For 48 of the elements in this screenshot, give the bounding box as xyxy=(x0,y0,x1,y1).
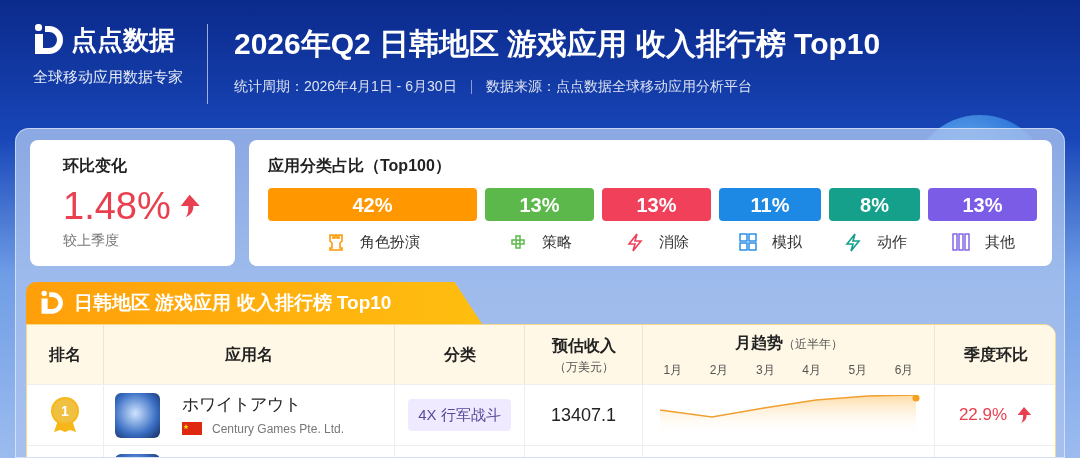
category-label: 动作 xyxy=(876,232,907,252)
month-label: 6月 xyxy=(894,361,914,379)
column-header: 季度环比 xyxy=(964,344,1028,365)
brand-name: 点点数据 xyxy=(71,27,175,53)
grid-icon xyxy=(738,232,758,253)
column-header: 分类 xyxy=(443,344,476,365)
period-text: 统计周期：2026年4月1日 - 6月30日 xyxy=(234,77,457,96)
share-bar: 13% xyxy=(602,188,711,221)
tagline: 全球移动应用数据专家 xyxy=(33,67,183,87)
change-value: 1.48% xyxy=(63,184,171,229)
rank-number: 1 xyxy=(61,404,69,418)
source-text: 数据来源：点点数据全球移动应用分析平台 xyxy=(485,77,752,96)
share-bar: 8% xyxy=(829,188,920,221)
share-bar: 11% xyxy=(719,188,821,221)
card-caption: 较上季度 xyxy=(63,231,120,250)
revenue-value: 13407.1 xyxy=(550,403,617,427)
category-label: 角色扮演 xyxy=(359,232,420,252)
flag-icon xyxy=(182,422,202,436)
month-label: 3月 xyxy=(756,361,775,379)
column-header: 应用名 xyxy=(225,344,273,365)
category-tag: 4X 行军战斗 xyxy=(408,398,511,432)
month-label: 1月 xyxy=(663,361,683,379)
page-title: 2026年Q2 日韩地区 游戏应用 收入排行榜 Top10 xyxy=(234,26,881,62)
change-value: 22.9% xyxy=(958,404,1008,427)
category-label: 模拟 xyxy=(772,232,802,252)
medal-icon xyxy=(50,396,80,434)
card-title: 环比变化 xyxy=(63,156,128,176)
month-label: 4月 xyxy=(802,361,821,379)
card-title: 应用分类占比（Top100） xyxy=(268,156,452,176)
category-label: 策略 xyxy=(541,232,572,252)
column-subtitle: （万美元） xyxy=(553,358,614,376)
app-icon-placeholder xyxy=(115,392,160,438)
month-label: 5月 xyxy=(848,361,868,379)
share-bar: 13% xyxy=(928,188,1037,221)
column-header: 月趋势 xyxy=(734,332,783,353)
app-name: ホワイトアウト xyxy=(182,394,302,417)
category-label: 消除 xyxy=(658,232,689,252)
columns-icon xyxy=(950,232,971,253)
month-label: 2月 xyxy=(709,361,729,379)
column-note: （近半年） xyxy=(782,336,843,353)
publisher-name: Century Games Pte. Ltd. xyxy=(212,420,345,438)
share-bar: 42% xyxy=(268,188,477,221)
ranking-title: 日韩地区 游戏应用 收入排行榜 Top10 xyxy=(74,290,392,315)
share-bar: 13% xyxy=(485,188,594,221)
category-label: 其他 xyxy=(984,232,1015,252)
logo-icon xyxy=(40,290,66,316)
column-header: 排名 xyxy=(49,344,81,365)
column-header: 预估收入 xyxy=(551,335,616,356)
